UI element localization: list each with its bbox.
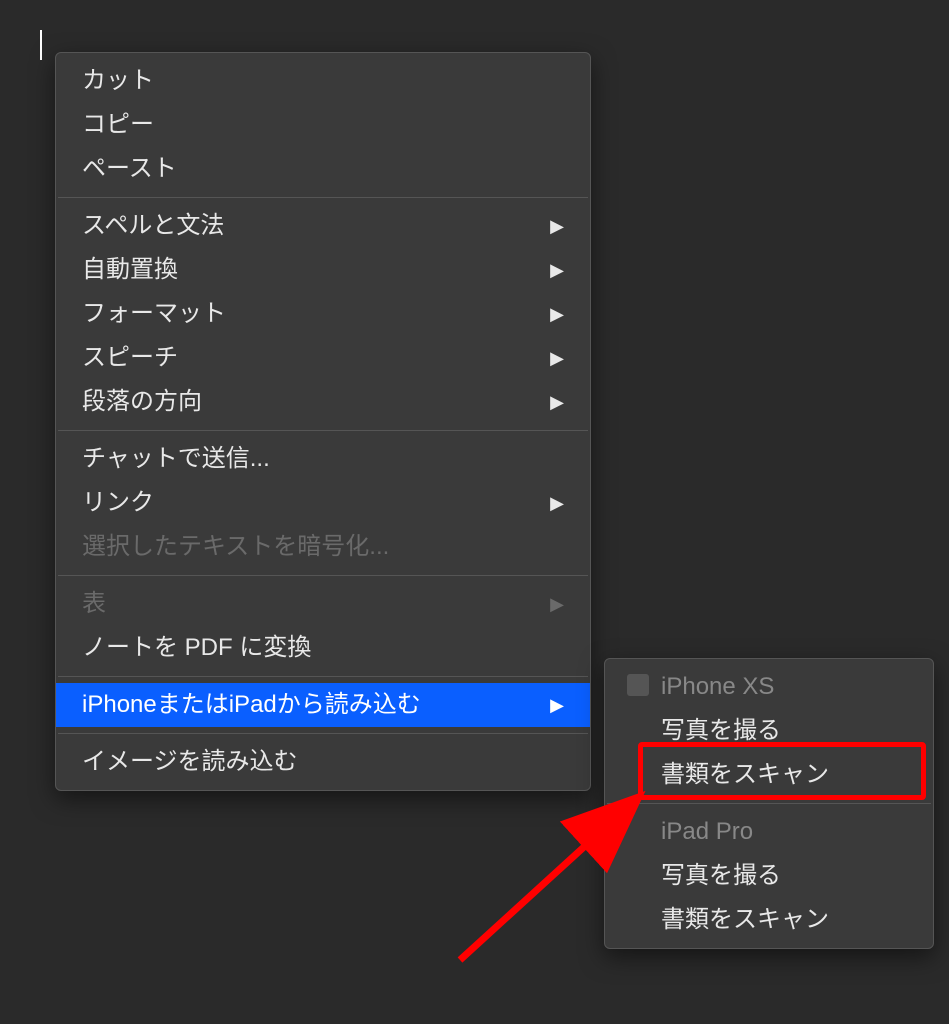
menu-item-spelling-grammar[interactable]: スペルと文法 ▶ [56,204,590,248]
menu-label: 書類をスキャン [661,902,829,938]
menu-item-copy[interactable]: コピー [56,103,590,147]
submenu-arrow-icon: ▶ [550,301,564,328]
menu-separator [607,803,931,804]
menu-label: 書類をスキャン [661,757,829,793]
menu-item-import-image[interactable]: イメージを読み込む [56,740,590,784]
menu-item-table: 表 ▶ [56,582,590,626]
menu-item-encrypt-text: 選択したテキストを暗号化... [56,525,590,569]
submenu-device-header-iphone: iPhone XS [605,665,933,709]
menu-label: イメージを読み込む [82,744,298,780]
submenu-arrow-icon: ▶ [550,345,564,372]
menu-separator [58,733,588,734]
menu-label: 写真を撮る [661,713,781,749]
menu-item-paste[interactable]: ペースト [56,147,590,191]
submenu-import-devices: iPhone XS 写真を撮る 書類をスキャン iPad Pro 写真を撮る 書… [604,658,934,949]
menu-item-speech[interactable]: スピーチ ▶ [56,336,590,380]
menu-label: 表 [82,586,106,622]
menu-item-cut[interactable]: カット [56,59,590,103]
menu-label: フォーマット [82,296,226,332]
menu-item-import-from-iphone-ipad[interactable]: iPhoneまたはiPadから読み込む ▶ [56,683,590,727]
menu-separator [58,430,588,431]
submenu-item-scan-documents-iphone[interactable]: 書類をスキャン [605,753,933,797]
submenu-item-take-photo-iphone[interactable]: 写真を撮る [605,709,933,753]
menu-label: 選択したテキストを暗号化... [82,529,389,565]
submenu-arrow-icon: ▶ [550,692,564,719]
menu-label: カット [82,63,154,99]
menu-separator [58,676,588,677]
menu-label: コピー [82,107,154,143]
menu-item-substitutions[interactable]: 自動置換 ▶ [56,248,590,292]
text-cursor [40,30,42,60]
menu-separator [58,197,588,198]
device-icon [627,674,649,696]
menu-label: ノートを PDF に変換 [82,630,311,666]
menu-label: 写真を撮る [661,858,781,894]
submenu-device-header-ipad: iPad Pro [605,810,933,854]
menu-label: iPhoneまたはiPadから読み込む [82,687,421,723]
device-name-label: iPhone XS [661,673,774,700]
menu-label: ペースト [82,151,177,187]
menu-label: チャットで送信... [82,441,270,477]
menu-separator [58,575,588,576]
context-menu: カット コピー ペースト スペルと文法 ▶ 自動置換 ▶ フォーマット ▶ スピ… [55,52,591,791]
submenu-arrow-icon: ▶ [550,490,564,517]
menu-item-send-in-chat[interactable]: チャットで送信... [56,437,590,481]
submenu-item-scan-documents-ipad[interactable]: 書類をスキャン [605,898,933,942]
menu-label: 段落の方向 [82,384,202,420]
device-name-label: iPad Pro [661,818,753,845]
submenu-arrow-icon: ▶ [550,591,564,618]
menu-item-link[interactable]: リンク ▶ [56,481,590,525]
menu-item-format[interactable]: フォーマット ▶ [56,292,590,336]
submenu-arrow-icon: ▶ [550,213,564,240]
submenu-item-take-photo-ipad[interactable]: 写真を撮る [605,854,933,898]
menu-label: リンク [82,485,154,521]
menu-item-paragraph-direction[interactable]: 段落の方向 ▶ [56,380,590,424]
menu-label: スペルと文法 [82,208,224,244]
submenu-arrow-icon: ▶ [550,257,564,284]
menu-item-convert-to-pdf[interactable]: ノートを PDF に変換 [56,626,590,670]
submenu-arrow-icon: ▶ [550,389,564,416]
menu-label: 自動置換 [82,252,178,288]
menu-label: スピーチ [82,340,178,376]
